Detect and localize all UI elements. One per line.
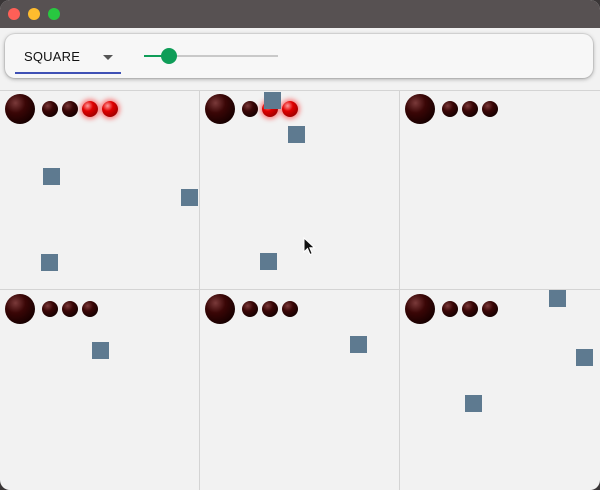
zoom-window-button[interactable] xyxy=(48,8,60,20)
indicator-ball xyxy=(282,301,298,317)
close-window-button[interactable] xyxy=(8,8,20,20)
indicator-ball xyxy=(482,301,498,317)
indicator-ball xyxy=(462,101,478,117)
indicator-ball-large xyxy=(205,294,235,324)
level-slider[interactable] xyxy=(144,46,280,68)
square-shape[interactable] xyxy=(288,126,305,143)
indicator-ball-large xyxy=(205,94,235,124)
square-shape[interactable] xyxy=(465,395,482,412)
square-shape[interactable] xyxy=(181,189,198,206)
indicator-ball xyxy=(82,301,98,317)
app-window: SQUARE xyxy=(0,0,600,490)
square-shape[interactable] xyxy=(576,349,593,366)
grid-cell-2[interactable] xyxy=(200,90,400,290)
indicator-ball xyxy=(482,101,498,117)
indicator-ball xyxy=(242,301,258,317)
indicator-ball xyxy=(42,101,58,117)
indicator-ball-large xyxy=(5,94,35,124)
indicator-ball-lit xyxy=(82,101,98,117)
grid-cell-6[interactable] xyxy=(400,290,600,490)
square-shape[interactable] xyxy=(92,342,109,359)
indicator-ball xyxy=(262,301,278,317)
minimize-window-button[interactable] xyxy=(28,8,40,20)
grid-cell-1[interactable] xyxy=(0,90,200,290)
indicator-ball xyxy=(442,301,458,317)
indicator-ball xyxy=(42,301,58,317)
toolbar: SQUARE xyxy=(5,34,593,78)
indicator-ball xyxy=(62,301,78,317)
square-shape[interactable] xyxy=(43,168,60,185)
indicator-ball-lit xyxy=(282,101,298,117)
indicator-ball xyxy=(62,101,78,117)
square-shape[interactable] xyxy=(41,254,58,271)
grid-cell-5[interactable] xyxy=(200,290,400,490)
indicator-ball-large xyxy=(5,294,35,324)
shape-select-value: SQUARE xyxy=(24,49,81,64)
canvas-grid xyxy=(0,90,600,490)
title-bar xyxy=(0,0,600,28)
indicator-ball-large xyxy=(405,294,435,324)
indicator-ball xyxy=(242,101,258,117)
mouse-pointer-icon xyxy=(303,237,316,256)
indicator-ball xyxy=(462,301,478,317)
grid-cell-4[interactable] xyxy=(0,290,200,490)
slider-thumb[interactable] xyxy=(161,48,177,64)
square-shape[interactable] xyxy=(264,92,281,109)
indicator-ball-lit xyxy=(102,101,118,117)
square-shape[interactable] xyxy=(350,336,367,353)
indicator-ball-large xyxy=(405,94,435,124)
chevron-down-icon xyxy=(103,55,113,60)
grid-cell-3[interactable] xyxy=(400,90,600,290)
indicator-ball xyxy=(442,101,458,117)
shape-select[interactable]: SQUARE xyxy=(15,42,121,74)
square-shape[interactable] xyxy=(260,253,277,270)
square-shape[interactable] xyxy=(549,290,566,307)
